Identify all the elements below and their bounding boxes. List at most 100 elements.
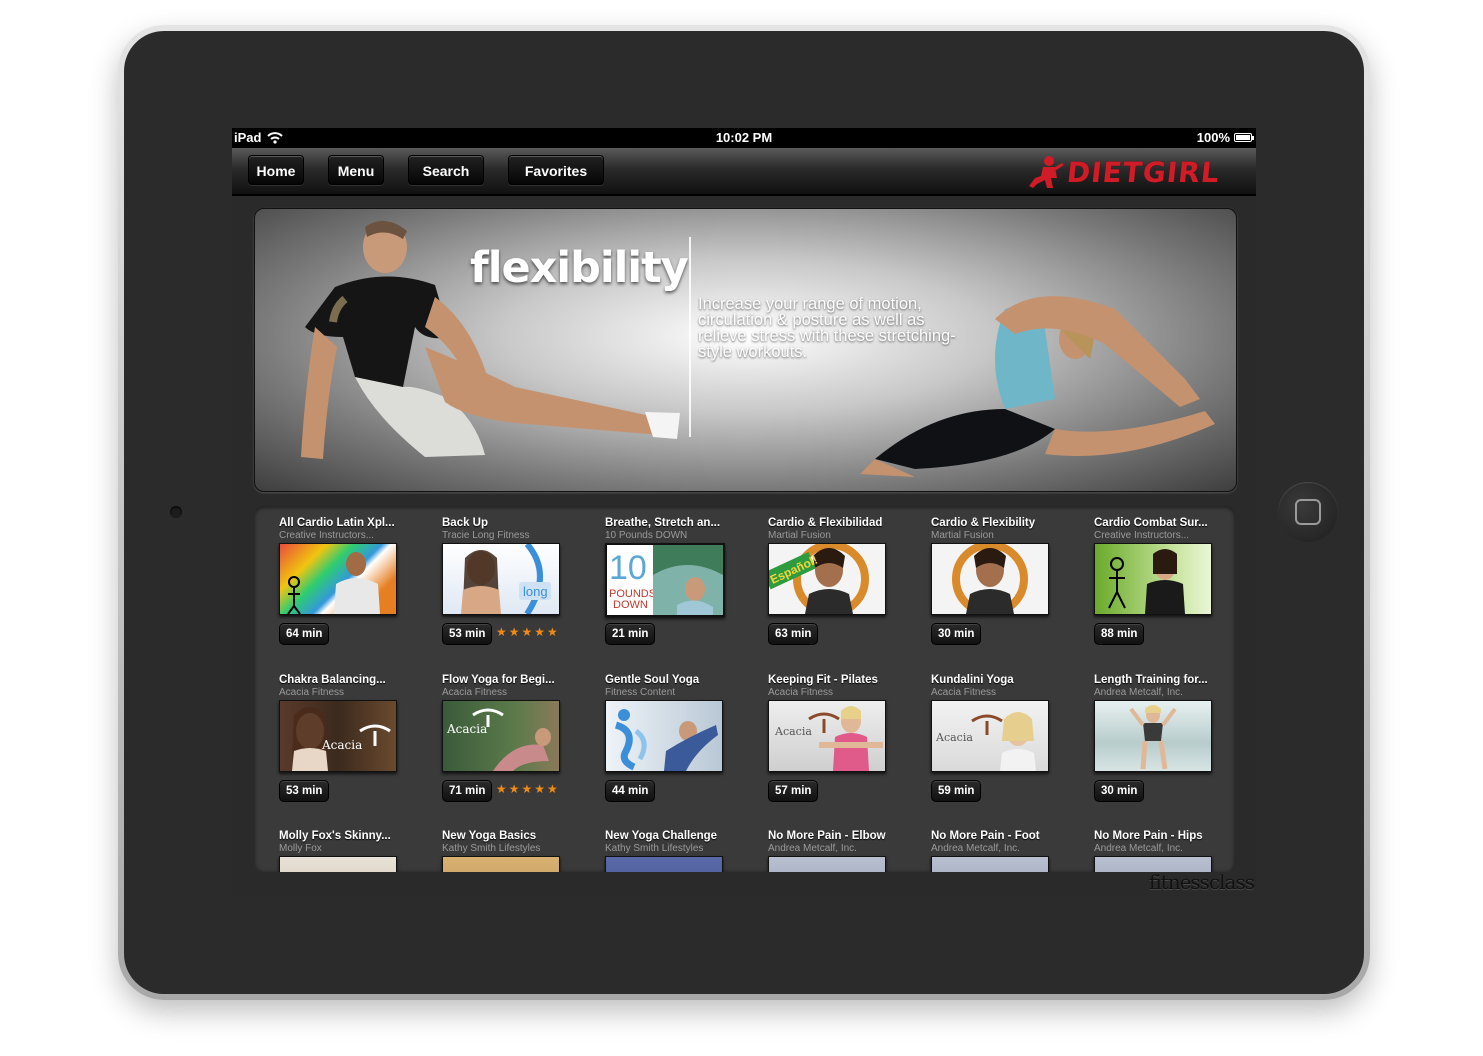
workout-author: Acacia Fitness bbox=[931, 687, 997, 698]
workout-title: No More Pain - Hips bbox=[1094, 830, 1203, 842]
workout-title: Gentle Soul Yoga bbox=[605, 674, 700, 686]
workout-grid: All Cardio Latin Xpl... Creative Instruc… bbox=[254, 506, 1235, 872]
workout-title: Length Training for... bbox=[1094, 674, 1208, 686]
rating-stars-icon: ★★★★★ bbox=[496, 782, 560, 796]
workout-author: Kathy Smith Lifestyles bbox=[442, 843, 541, 854]
workout-card[interactable]: No More Pain - Hips Andrea Metcalf, Inc. bbox=[1094, 830, 1224, 872]
svg-text:DOWN: DOWN bbox=[613, 599, 648, 611]
workout-author: Creative Instructors... bbox=[1094, 530, 1190, 541]
workout-duration: 30 min bbox=[1094, 780, 1145, 802]
workout-thumbnail[interactable] bbox=[1094, 700, 1212, 772]
workout-thumbnail[interactable]: long bbox=[442, 543, 560, 615]
workout-title: Chakra Balancing... bbox=[279, 674, 386, 686]
workout-thumbnail[interactable]: Español! bbox=[768, 543, 886, 615]
workout-title: New Yoga Basics bbox=[442, 830, 537, 842]
workout-author: Tracie Long Fitness bbox=[442, 530, 530, 541]
home-button[interactable]: Home bbox=[248, 155, 304, 185]
workout-thumbnail[interactable] bbox=[605, 856, 723, 872]
workout-duration: 88 min bbox=[1094, 623, 1145, 645]
woman-stretching-image bbox=[860, 296, 1215, 477]
workout-duration: 64 min bbox=[279, 623, 330, 645]
workout-author: Andrea Metcalf, Inc. bbox=[768, 843, 857, 854]
workout-author: Andrea Metcalf, Inc. bbox=[931, 843, 1020, 854]
logo-text: DIETGIRL bbox=[1065, 155, 1222, 189]
workout-thumbnail[interactable] bbox=[442, 856, 560, 872]
fitnessclass-watermark: fitnessclass bbox=[1148, 870, 1255, 894]
dietgirl-figure-icon bbox=[1029, 156, 1065, 188]
workout-card[interactable]: All Cardio Latin Xpl... Creative Instruc… bbox=[279, 517, 409, 645]
workout-title: Cardio & Flexibility bbox=[931, 517, 1036, 529]
svg-text:Acacia: Acacia bbox=[321, 738, 362, 752]
workout-card[interactable]: No More Pain - Foot Andrea Metcalf, Inc. bbox=[931, 830, 1061, 872]
workout-card[interactable]: Keeping Fit - Pilates Acacia Fitness Aca… bbox=[768, 674, 898, 802]
workout-card[interactable]: Back Up Tracie Long Fitness long 53 min … bbox=[442, 517, 572, 645]
workout-card[interactable]: Kundalini Yoga Acacia Fitness Acacia 59 … bbox=[931, 674, 1061, 802]
workout-title: Flow Yoga for Begi... bbox=[442, 674, 555, 686]
category-banner: flexibility Increase your range of motio… bbox=[254, 208, 1237, 492]
workout-card[interactable]: Cardio & Flexibility Martial Fusion 30 m… bbox=[931, 517, 1061, 645]
favorites-button[interactable]: Favorites bbox=[508, 155, 604, 185]
battery-icon bbox=[1234, 133, 1254, 142]
menu-button[interactable]: Menu bbox=[328, 155, 384, 185]
workout-card[interactable]: Flow Yoga for Begi... Acacia Fitness Aca… bbox=[442, 674, 572, 802]
home-hardware-button[interactable] bbox=[1278, 482, 1338, 542]
workout-thumbnail[interactable] bbox=[605, 700, 723, 772]
workout-thumbnail[interactable] bbox=[931, 543, 1049, 615]
workout-card[interactable]: Gentle Soul Yoga Fitness Content 44 min bbox=[605, 674, 735, 802]
workout-card[interactable]: Cardio Combat Sur... Creative Instructor… bbox=[1094, 517, 1224, 645]
svg-text:10: 10 bbox=[609, 549, 647, 587]
search-button[interactable]: Search bbox=[408, 155, 484, 185]
workout-thumbnail[interactable]: 10 POUNDS DOWN bbox=[605, 543, 725, 617]
workout-card[interactable]: Breathe, Stretch an... 10 Pounds DOWN 10… bbox=[605, 517, 735, 645]
workout-duration: 21 min bbox=[605, 623, 656, 645]
workout-title: All Cardio Latin Xpl... bbox=[279, 517, 395, 529]
workout-author: Andrea Metcalf, Inc. bbox=[1094, 843, 1183, 854]
workout-title: Cardio & Flexibilidad bbox=[768, 517, 883, 529]
workout-title: Breathe, Stretch an... bbox=[605, 517, 721, 529]
workout-author: Molly Fox bbox=[279, 843, 322, 854]
workout-card[interactable]: New Yoga Basics Kathy Smith Lifestyles bbox=[442, 830, 572, 872]
workout-title: No More Pain - Elbow bbox=[768, 830, 886, 842]
workout-thumbnail[interactable] bbox=[279, 856, 397, 872]
workout-author: Creative Instructors... bbox=[279, 530, 375, 541]
nav-bar: Home Menu Search Favorites DIETGIRL bbox=[232, 148, 1256, 196]
banner-divider bbox=[689, 237, 691, 437]
workout-thumbnail[interactable]: Acacia bbox=[442, 700, 560, 772]
workout-title: Kundalini Yoga bbox=[931, 674, 1014, 686]
dietgirl-logo[interactable]: DIETGIRL bbox=[1025, 154, 1222, 190]
workout-author: 10 Pounds DOWN bbox=[605, 530, 688, 541]
workout-card[interactable]: Chakra Balancing... Acacia Fitness Acaci… bbox=[279, 674, 409, 802]
workout-card[interactable]: Cardio & Flexibilidad Martial Fusion Esp… bbox=[768, 517, 898, 645]
workout-thumbnail[interactable] bbox=[1094, 543, 1212, 615]
workout-title: Back Up bbox=[442, 517, 489, 529]
workout-author: Acacia Fitness bbox=[768, 687, 834, 698]
camera-icon bbox=[170, 506, 182, 518]
svg-text:Acacia: Acacia bbox=[935, 731, 973, 744]
workout-duration: 59 min bbox=[931, 780, 982, 802]
workout-title: No More Pain - Foot bbox=[931, 830, 1040, 842]
workout-thumbnail[interactable]: Acacia bbox=[768, 700, 886, 772]
workout-thumbnail[interactable] bbox=[768, 856, 886, 872]
category-title: flexibility bbox=[470, 243, 689, 293]
status-bar: iPad 10:02 PM 100% bbox=[232, 128, 1256, 148]
svg-text:Acacia: Acacia bbox=[446, 722, 487, 736]
workout-card[interactable]: New Yoga Challenge Kathy Smith Lifestyle… bbox=[605, 830, 735, 872]
workout-author: Acacia Fitness bbox=[279, 687, 345, 698]
workout-thumbnail[interactable] bbox=[279, 543, 397, 615]
workout-author: Acacia Fitness bbox=[442, 687, 508, 698]
workout-title: Keeping Fit - Pilates bbox=[768, 674, 878, 686]
svg-text:Acacia: Acacia bbox=[774, 725, 812, 738]
workout-card[interactable]: Molly Fox's Skinny... Molly Fox bbox=[279, 830, 409, 872]
long-logo-text: long bbox=[523, 584, 548, 599]
workout-thumbnail[interactable]: Acacia bbox=[279, 700, 397, 772]
workout-title: New Yoga Challenge bbox=[605, 830, 718, 842]
workout-duration: 44 min bbox=[605, 780, 656, 802]
workout-card[interactable]: No More Pain - Elbow Andrea Metcalf, Inc… bbox=[768, 830, 898, 872]
workout-thumbnail[interactable]: Acacia bbox=[931, 700, 1049, 772]
workout-card[interactable]: Length Training for... Andrea Metcalf, I… bbox=[1094, 674, 1224, 802]
workout-author: Kathy Smith Lifestyles bbox=[605, 843, 704, 854]
workout-title: Cardio Combat Sur... bbox=[1094, 517, 1208, 529]
workout-duration: 57 min bbox=[768, 780, 819, 802]
workout-title: Molly Fox's Skinny... bbox=[279, 830, 391, 842]
workout-thumbnail[interactable] bbox=[931, 856, 1049, 872]
